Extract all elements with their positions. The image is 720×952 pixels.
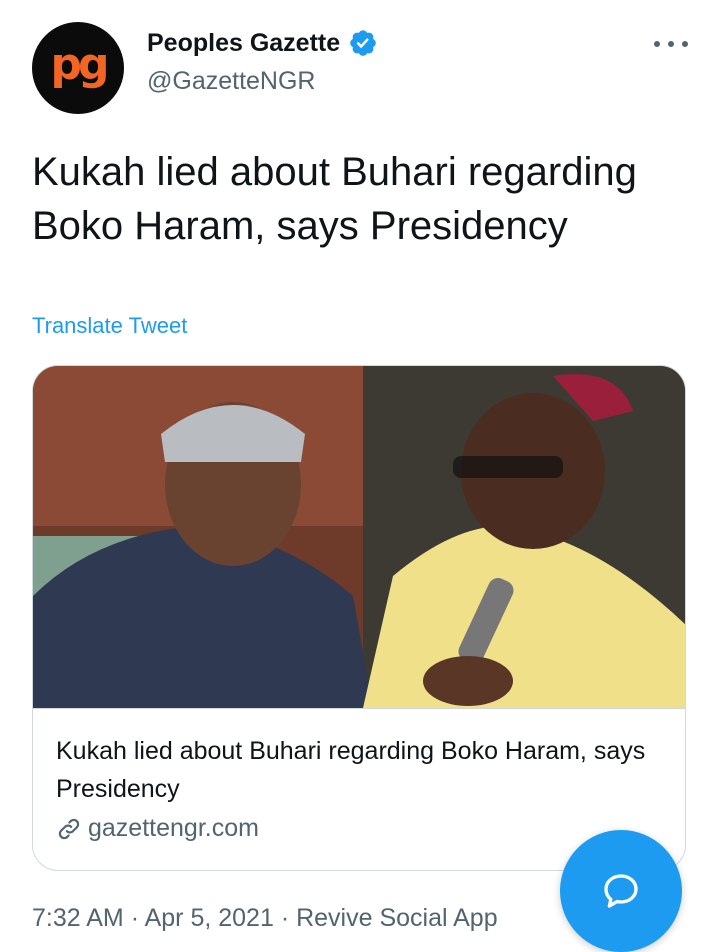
- card-image[interactable]: [33, 366, 686, 709]
- avatar[interactable]: pg: [32, 22, 124, 114]
- display-name-row[interactable]: Peoples Gazette: [147, 28, 378, 58]
- link-preview-card[interactable]: Kukah lied about Buhari regarding Boko H…: [32, 365, 686, 871]
- card-title[interactable]: Kukah lied about Buhari regarding Boko H…: [56, 732, 676, 808]
- avatar-logo-text: pg: [50, 39, 110, 90]
- more-options-icon[interactable]: [654, 32, 688, 56]
- tweet-source[interactable]: Revive Social App: [296, 904, 498, 932]
- tweet-date[interactable]: Apr 5, 2021: [145, 904, 274, 932]
- display-name[interactable]: Peoples Gazette: [147, 29, 340, 58]
- tweet-meta: 7:32 AM · Apr 5, 2021 · Revive Social Ap…: [32, 904, 498, 933]
- meta-separator: ·: [130, 904, 140, 932]
- meta-separator: ·: [280, 904, 290, 932]
- link-icon: [58, 818, 80, 839]
- tweet-text: Kukah lied about Buhari regarding Boko H…: [32, 150, 637, 248]
- account-handle[interactable]: @GazetteNGR: [147, 67, 315, 96]
- card-domain: gazettengr.com: [88, 814, 259, 842]
- translate-tweet-link[interactable]: Translate Tweet: [32, 313, 187, 339]
- tweet-time[interactable]: 7:32 AM: [32, 904, 124, 932]
- verified-badge-icon: [350, 30, 376, 56]
- card-domain-row[interactable]: gazettengr.com: [56, 814, 259, 843]
- compose-fab-button[interactable]: [560, 830, 682, 952]
- compose-reply-icon: [604, 874, 638, 908]
